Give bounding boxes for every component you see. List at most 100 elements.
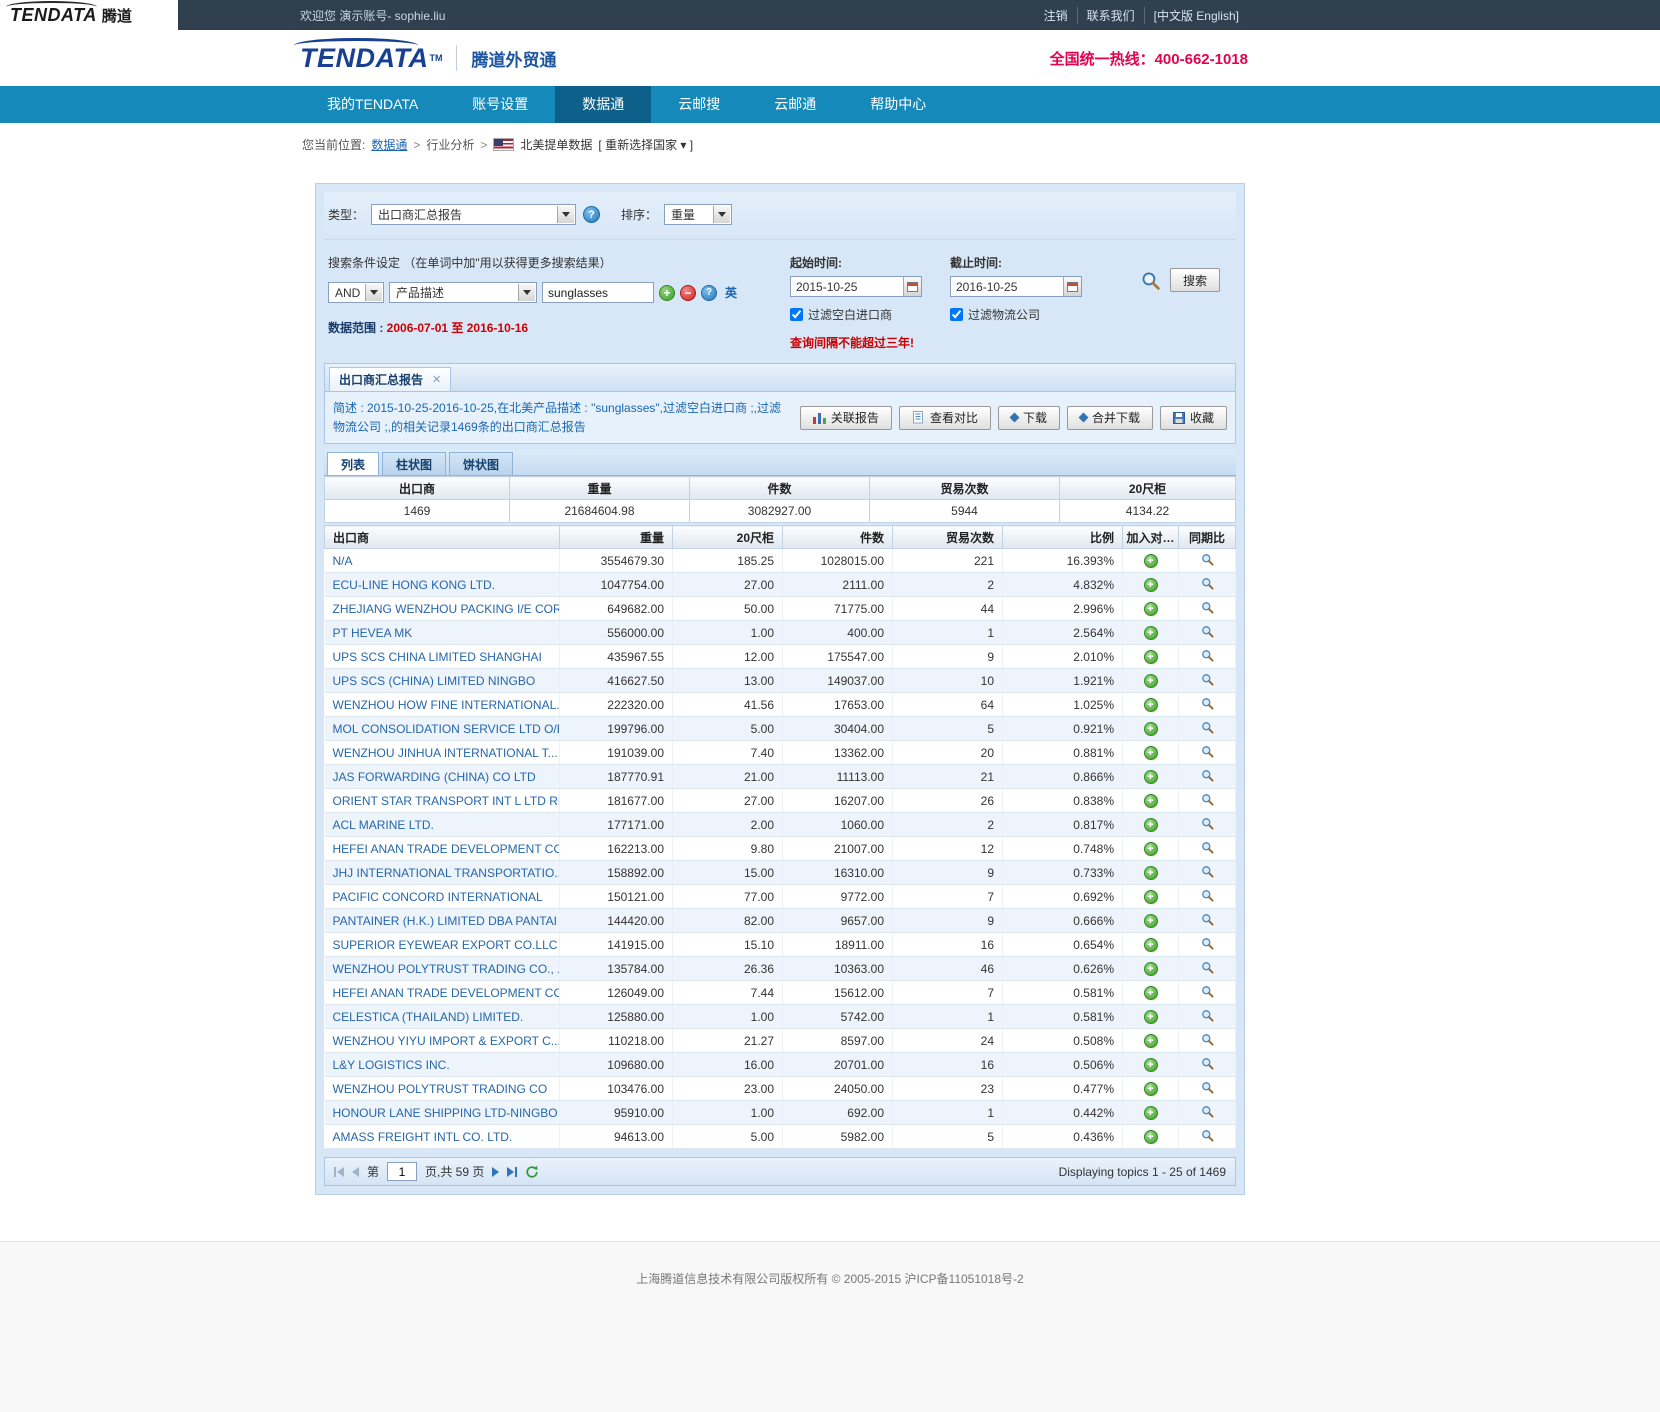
exporter-name-link[interactable]: AMASS FREIGHT INTL CO. LTD. <box>333 1130 513 1144</box>
column-header-trades[interactable]: 贸易次数 <box>893 526 1003 549</box>
exporter-name-link[interactable]: MOL CONSOLIDATION SERVICE LTD O/B <box>333 722 560 736</box>
exporter-name-link[interactable]: WENZHOU POLYTRUST TRADING CO <box>333 1082 548 1096</box>
add-to-compare-icon[interactable]: + <box>1144 674 1158 688</box>
chevron-down-icon[interactable] <box>557 206 574 223</box>
column-header-teu[interactable]: 20尺柜 <box>673 526 783 549</box>
nav-item-cloud-mail-search[interactable]: 云邮搜 <box>651 86 747 123</box>
magnifier-icon[interactable] <box>1201 1009 1214 1022</box>
exporter-name-link[interactable]: PT HEVEA MK <box>333 626 413 640</box>
exporter-name-link[interactable]: WENZHOU JINHUA INTERNATIONAL T... <box>333 746 558 760</box>
add-to-compare-icon[interactable]: + <box>1144 1106 1158 1120</box>
start-date-input[interactable]: 2015-10-25 <box>790 276 922 297</box>
exporter-name-link[interactable]: L&Y LOGISTICS INC. <box>333 1058 450 1072</box>
nav-item-cloud-mail[interactable]: 云邮通 <box>747 86 843 123</box>
exporter-name-link[interactable]: N/A <box>333 554 353 568</box>
add-to-compare-icon[interactable]: + <box>1144 722 1158 736</box>
magnifier-icon[interactable] <box>1201 961 1214 974</box>
end-date-input[interactable]: 2016-10-25 <box>950 276 1082 297</box>
add-to-compare-icon[interactable]: + <box>1144 746 1158 760</box>
add-condition-icon[interactable]: + <box>659 285 675 301</box>
nav-item-my-tendata[interactable]: 我的TENDATA <box>300 86 445 123</box>
exporter-name-link[interactable]: WENZHOU POLYTRUST TRADING CO., ... <box>333 962 560 976</box>
add-to-compare-icon[interactable]: + <box>1144 1082 1158 1096</box>
tab-pie-chart[interactable]: 饼状图 <box>449 452 513 475</box>
magnifier-icon[interactable] <box>1201 577 1214 590</box>
magnifier-icon[interactable] <box>1201 673 1214 686</box>
magnifier-icon[interactable] <box>1201 769 1214 782</box>
keyword-input[interactable] <box>542 282 654 303</box>
add-to-compare-icon[interactable]: + <box>1144 890 1158 904</box>
add-to-compare-icon[interactable]: + <box>1144 1034 1158 1048</box>
magnifier-icon[interactable] <box>1201 889 1214 902</box>
add-to-compare-icon[interactable]: + <box>1144 578 1158 592</box>
magnifier-icon[interactable] <box>1201 985 1214 998</box>
exporter-name-link[interactable]: WENZHOU HOW FINE INTERNATIONAL... <box>333 698 560 712</box>
filter-logistics-checkbox[interactable] <box>950 308 963 321</box>
breadcrumb-link-data-hub[interactable]: 数据通 <box>371 136 407 153</box>
search-button[interactable]: 搜索 <box>1170 268 1220 292</box>
calendar-button[interactable] <box>903 277 921 296</box>
search-field-select[interactable]: 产品描述 <box>389 282 537 303</box>
favorite-button[interactable]: 收藏 <box>1160 406 1227 430</box>
magnifier-icon[interactable] <box>1201 865 1214 878</box>
nav-item-help-center[interactable]: 帮助中心 <box>843 86 953 123</box>
add-to-compare-icon[interactable]: + <box>1144 842 1158 856</box>
column-header-weight[interactable]: 重量 <box>560 526 673 549</box>
filter-blank-checkbox[interactable] <box>790 308 803 321</box>
page-input[interactable] <box>387 1162 417 1181</box>
exporter-name-link[interactable]: JHJ INTERNATIONAL TRANSPORTATIO... <box>333 866 560 880</box>
magnifier-icon[interactable] <box>1201 745 1214 758</box>
exporter-name-link[interactable]: UPS SCS (CHINA) LIMITED NINGBO <box>333 674 536 688</box>
add-to-compare-icon[interactable]: + <box>1144 602 1158 616</box>
magnifier-icon[interactable] <box>1201 1033 1214 1046</box>
report-type-select[interactable]: 出口商汇总报告 <box>371 204 576 225</box>
add-to-compare-icon[interactable]: + <box>1144 866 1158 880</box>
logout-link[interactable]: 注销 <box>1035 7 1077 24</box>
merge-download-button[interactable]: 合并下载 <box>1067 406 1153 430</box>
exporter-name-link[interactable]: JAS FORWARDING (CHINA) CO LTD <box>333 770 536 784</box>
magnifier-icon[interactable] <box>1201 937 1214 950</box>
exporter-name-link[interactable]: SUPERIOR EYEWEAR EXPORT CO.LLC <box>333 938 558 952</box>
add-to-compare-icon[interactable]: + <box>1144 962 1158 976</box>
magnifier-icon[interactable] <box>1201 721 1214 734</box>
exporter-name-link[interactable]: ACL MARINE LTD. <box>333 818 434 832</box>
add-to-compare-icon[interactable]: + <box>1144 986 1158 1000</box>
add-to-compare-icon[interactable]: + <box>1144 1130 1158 1144</box>
magnifier-icon[interactable] <box>1201 913 1214 926</box>
reselect-country-link[interactable]: [ 重新选择国家 ▾ ] <box>598 136 693 153</box>
prev-page-button[interactable] <box>352 1167 359 1177</box>
magnifier-icon[interactable] <box>1201 841 1214 854</box>
chevron-down-icon[interactable] <box>365 284 382 301</box>
magnifier-icon[interactable] <box>1201 793 1214 806</box>
magnifier-icon[interactable] <box>1201 1081 1214 1094</box>
magnifier-icon[interactable] <box>1201 553 1214 566</box>
magnifier-icon[interactable] <box>1201 625 1214 638</box>
exporter-name-link[interactable]: PANTAINER (H.K.) LIMITED DBA PANTAI <box>333 914 557 928</box>
exporter-name-link[interactable]: UPS SCS CHINA LIMITED SHANGHAI <box>333 650 542 664</box>
exporter-name-link[interactable]: HONOUR LANE SHIPPING LTD-NINGBO <box>333 1106 558 1120</box>
first-page-button[interactable] <box>334 1167 344 1177</box>
magnifier-icon[interactable] <box>1201 601 1214 614</box>
exporter-name-link[interactable]: HEFEI ANAN TRADE DEVELOPMENT CO... <box>333 842 560 856</box>
exporter-name-link[interactable]: ECU-LINE HONG KONG LTD. <box>333 578 495 592</box>
column-header-ratio[interactable]: 比例 <box>1003 526 1123 549</box>
add-to-compare-icon[interactable]: + <box>1144 626 1158 640</box>
boolean-operator-select[interactable]: AND <box>328 282 384 303</box>
add-to-compare-icon[interactable]: + <box>1144 770 1158 784</box>
column-header-exporter[interactable]: 出口商 <box>325 526 560 549</box>
magnifier-icon[interactable] <box>1201 1057 1214 1070</box>
download-button[interactable]: 下载 <box>998 406 1060 430</box>
add-to-compare-icon[interactable]: + <box>1144 794 1158 808</box>
refresh-button[interactable] <box>525 1165 539 1179</box>
remove-condition-icon[interactable]: − <box>680 285 696 301</box>
magnifier-icon[interactable] <box>1201 649 1214 662</box>
language-link[interactable]: [中文版 English] <box>1144 7 1248 24</box>
calendar-button[interactable] <box>1063 277 1081 296</box>
exporter-name-link[interactable]: WENZHOU YIYU IMPORT & EXPORT C... <box>333 1034 560 1048</box>
type-help-icon[interactable]: ? <box>583 206 600 223</box>
exporter-name-link[interactable]: CELESTICA (THAILAND) LIMITED. <box>333 1010 524 1024</box>
chevron-down-icon[interactable] <box>713 206 730 223</box>
magnifier-icon[interactable] <box>1201 1129 1214 1142</box>
magnifier-icon[interactable] <box>1201 1105 1214 1118</box>
chevron-down-icon[interactable] <box>518 284 535 301</box>
